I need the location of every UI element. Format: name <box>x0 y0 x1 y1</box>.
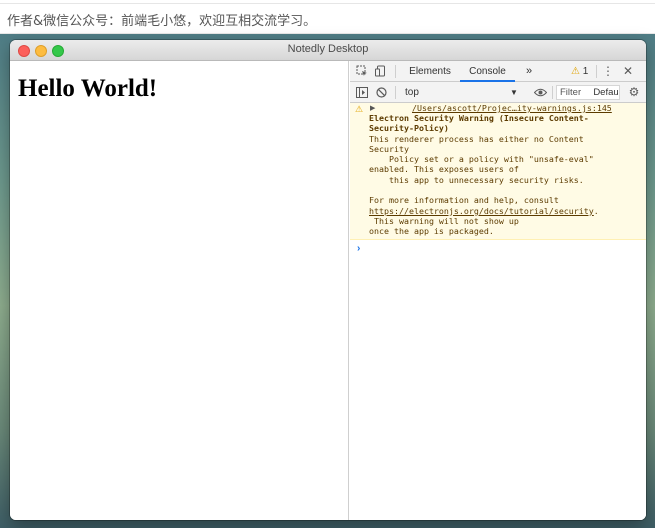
close-icon[interactable]: ✕ <box>621 61 635 82</box>
warning-title-line: Security-Policy) <box>369 123 449 134</box>
tab-elements[interactable]: Elements <box>402 61 458 82</box>
warning-icon: ⚠ <box>571 66 580 77</box>
console-output: ⚠ ▶ /Users/ascott/Projec…ity-warnings.js… <box>350 103 646 520</box>
divider <box>552 86 553 99</box>
divider <box>596 65 597 78</box>
window-titlebar[interactable]: Notedly Desktop <box>10 40 646 61</box>
divider <box>395 65 396 78</box>
warning-tail-line: once the app is packaged. <box>369 226 494 237</box>
warning-icon: ⚠ <box>355 104 364 114</box>
article-header: 作者&微信公众号：前端毛小悠，欢迎互相交流学习。 <box>0 0 655 34</box>
console-toolbar: top ▼ Filter Defau ⚙ <box>350 82 646 103</box>
warning-counter[interactable]: ⚠ 1 <box>571 61 588 82</box>
warning-count: 1 <box>582 66 589 77</box>
expand-arrow-icon[interactable]: ▶ <box>370 104 375 112</box>
gear-icon[interactable]: ⚙ <box>627 82 641 103</box>
console-prompt-icon[interactable]: › <box>357 243 360 254</box>
warning-body-line: For more information and help, consult <box>369 195 559 206</box>
kebab-menu-icon[interactable]: ⋮ <box>601 61 615 82</box>
more-tabs-button[interactable]: » <box>522 61 536 82</box>
warning-body-line: Policy set or a policy with "unsafe-eval… <box>369 154 594 165</box>
sidebar-toggle-icon[interactable] <box>355 82 369 103</box>
article-caption: 作者&微信公众号：前端毛小悠，欢迎互相交流学习。 <box>7 14 317 29</box>
devtools-tabbar: Elements Console » ⚠ 1 ⋮ ✕ <box>350 61 646 82</box>
window-title: Notedly Desktop <box>287 43 369 55</box>
clear-console-icon[interactable] <box>374 82 388 103</box>
warning-body-line: this app to unnecessary security risks. <box>369 174 584 185</box>
devtools-panel: Elements Console » ⚠ 1 ⋮ ✕ top ▼ Filter … <box>350 61 646 520</box>
link-suffix: . <box>593 205 599 216</box>
inspect-element-icon[interactable] <box>355 61 369 82</box>
source-link[interactable]: /Users/ascott/Projec…ity-warnings.js:145 <box>412 103 612 113</box>
warning-body-line: Security <box>369 143 409 154</box>
divider <box>395 86 396 99</box>
app-window: Notedly Desktop Hello World! Elements Co… <box>10 40 646 520</box>
security-docs-link[interactable]: https://electronjs.org/docs/tutorial/sec… <box>369 206 594 216</box>
chevron-down-icon[interactable]: ▼ <box>510 82 518 103</box>
log-level-select[interactable]: Defau <box>590 82 622 103</box>
warning-body-line: This renderer process has either no Cont… <box>369 133 584 144</box>
divider <box>0 3 655 4</box>
page-heading: Hello World! <box>18 75 158 102</box>
page-viewport: Hello World! <box>10 61 349 520</box>
device-toggle-icon[interactable] <box>374 61 388 82</box>
warning-body-line: enabled. This exposes users of <box>369 164 519 175</box>
context-select[interactable]: top <box>405 82 517 103</box>
warning-title-line: Electron Security Warning (Insecure Cont… <box>369 113 589 123</box>
filter-placeholder: Filter <box>560 87 582 98</box>
tab-console[interactable]: Console <box>460 61 515 82</box>
warning-tail-line: This warning will not show up <box>369 215 519 226</box>
warning-text: Electron Security Warning (Insecure Cont… <box>369 113 644 237</box>
eye-icon[interactable] <box>532 82 548 103</box>
console-warning-message: ⚠ ▶ /Users/ascott/Projec…ity-warnings.js… <box>350 103 646 240</box>
